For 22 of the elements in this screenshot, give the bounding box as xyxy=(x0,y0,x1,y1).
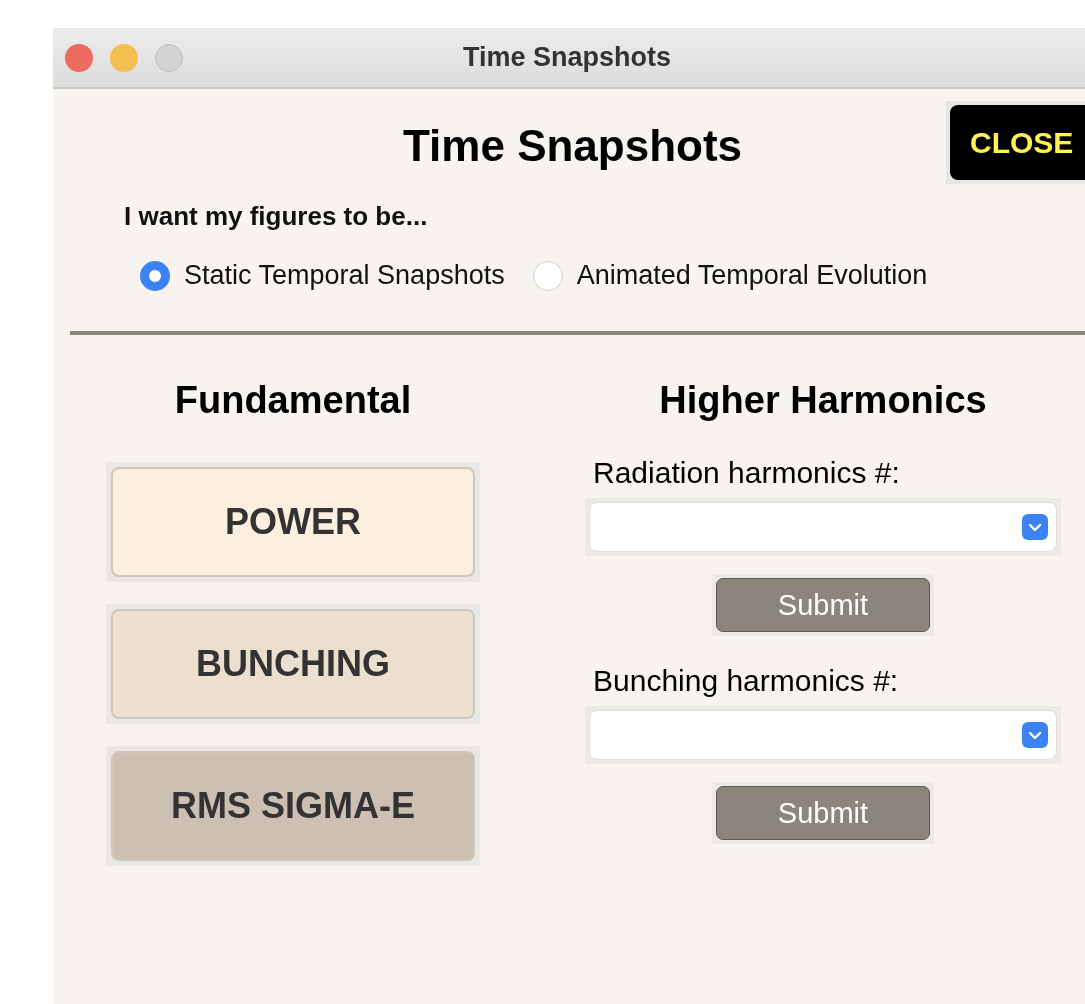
heading: Time Snapshots xyxy=(403,121,743,171)
submit-button[interactable]: Submit xyxy=(716,786,930,840)
close-window-icon[interactable] xyxy=(65,43,93,72)
harmonic-select[interactable] xyxy=(589,502,1057,552)
submit-button[interactable]: Submit xyxy=(716,578,930,632)
window-title: Time Snapshots xyxy=(463,42,672,73)
prompt-label: I want my figures to be... xyxy=(124,201,429,232)
zoom-window-icon[interactable] xyxy=(155,43,183,72)
chevron-down-icon xyxy=(1022,722,1048,748)
plot-button[interactable]: POWER xyxy=(111,467,475,577)
field-label: Bunching harmonics #: xyxy=(593,664,900,698)
close-button[interactable]: CLOSE xyxy=(950,105,1085,180)
column-heading: Fundamental xyxy=(174,379,412,422)
radio-option[interactable]: Static Temporal Snapshots xyxy=(140,260,505,291)
field-label: Radiation harmonics #: xyxy=(593,456,901,490)
radio-option[interactable]: Animated Temporal Evolution xyxy=(532,260,928,291)
minimize-window-icon[interactable] xyxy=(110,43,138,72)
chevron-down-icon xyxy=(1022,514,1048,540)
harmonic-select[interactable] xyxy=(589,710,1057,760)
plot-button[interactable]: BUNCHING xyxy=(111,609,475,719)
column-heading: Higher Harmonics xyxy=(659,379,987,422)
plot-button[interactable]: RMS SIGMA-E xyxy=(111,751,475,861)
